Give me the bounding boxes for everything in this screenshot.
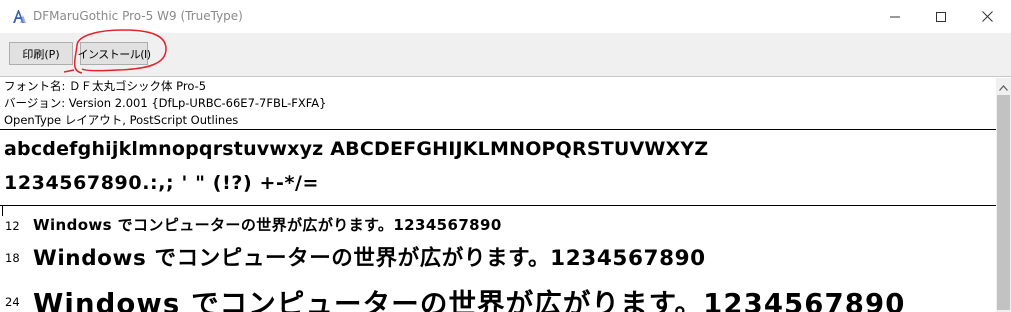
alphabet-sample: abcdefghijklmnopqrstuvwxyz ABCDEFGHIJKLM… [4,138,709,160]
close-button[interactable] [964,0,1010,33]
print-button[interactable]: 印刷(P) [9,42,73,65]
scroll-thumb[interactable] [997,95,1010,310]
size-label: 12 [5,219,20,233]
divider [0,205,996,206]
toolbar: 印刷(P) インストール(I) [0,33,1011,77]
digits-sample: 1234567890.:,; ' " (!?) +-*/= [4,172,320,194]
font-viewer-icon [11,8,27,24]
vertical-scrollbar[interactable] [996,78,1011,312]
font-type-line: OpenType レイアウト, PostScript Outlines [4,113,239,127]
font-preview-area: フォント名: ＤＦ太丸ゴシック体 Pro-5 バージョン: Version 2.… [0,78,996,312]
size-sample-text: Windows でコンピューターの世界が広がります。1234567890 [33,216,502,234]
size-sample-text: Windows でコンピューターの世界が広がります。1234567890 [33,246,706,271]
window-title: DFMaruGothic Pro-5 W9 (TrueType) [33,9,243,23]
minimize-icon [890,12,900,22]
divider [0,129,996,130]
scroll-up-button[interactable] [996,78,1011,93]
install-button[interactable]: インストール(I) [77,42,151,65]
maximize-icon [936,11,946,22]
font-preview-window: DFMaruGothic Pro-5 W9 (TrueType) 印刷(P) イ… [0,0,1011,312]
text-caret [2,206,3,216]
size-label: 18 [5,251,20,265]
maximize-button[interactable] [918,0,964,33]
minimize-button[interactable] [872,0,918,33]
size-sample-text: Windows でコンピューターの世界が広がります。1234567890 [33,288,906,312]
font-name-line: フォント名: ＤＦ太丸ゴシック体 Pro-5 [4,79,207,93]
font-info: フォント名: ＤＦ太丸ゴシック体 Pro-5 バージョン: Version 2.… [4,78,326,129]
chevron-up-icon [999,76,1008,95]
size-label: 24 [5,295,20,309]
title-bar[interactable]: DFMaruGothic Pro-5 W9 (TrueType) [0,0,1011,33]
font-version-line: バージョン: Version 2.001 {DfLp-URBC-66E7-7FB… [4,96,327,110]
close-icon [981,11,993,22]
